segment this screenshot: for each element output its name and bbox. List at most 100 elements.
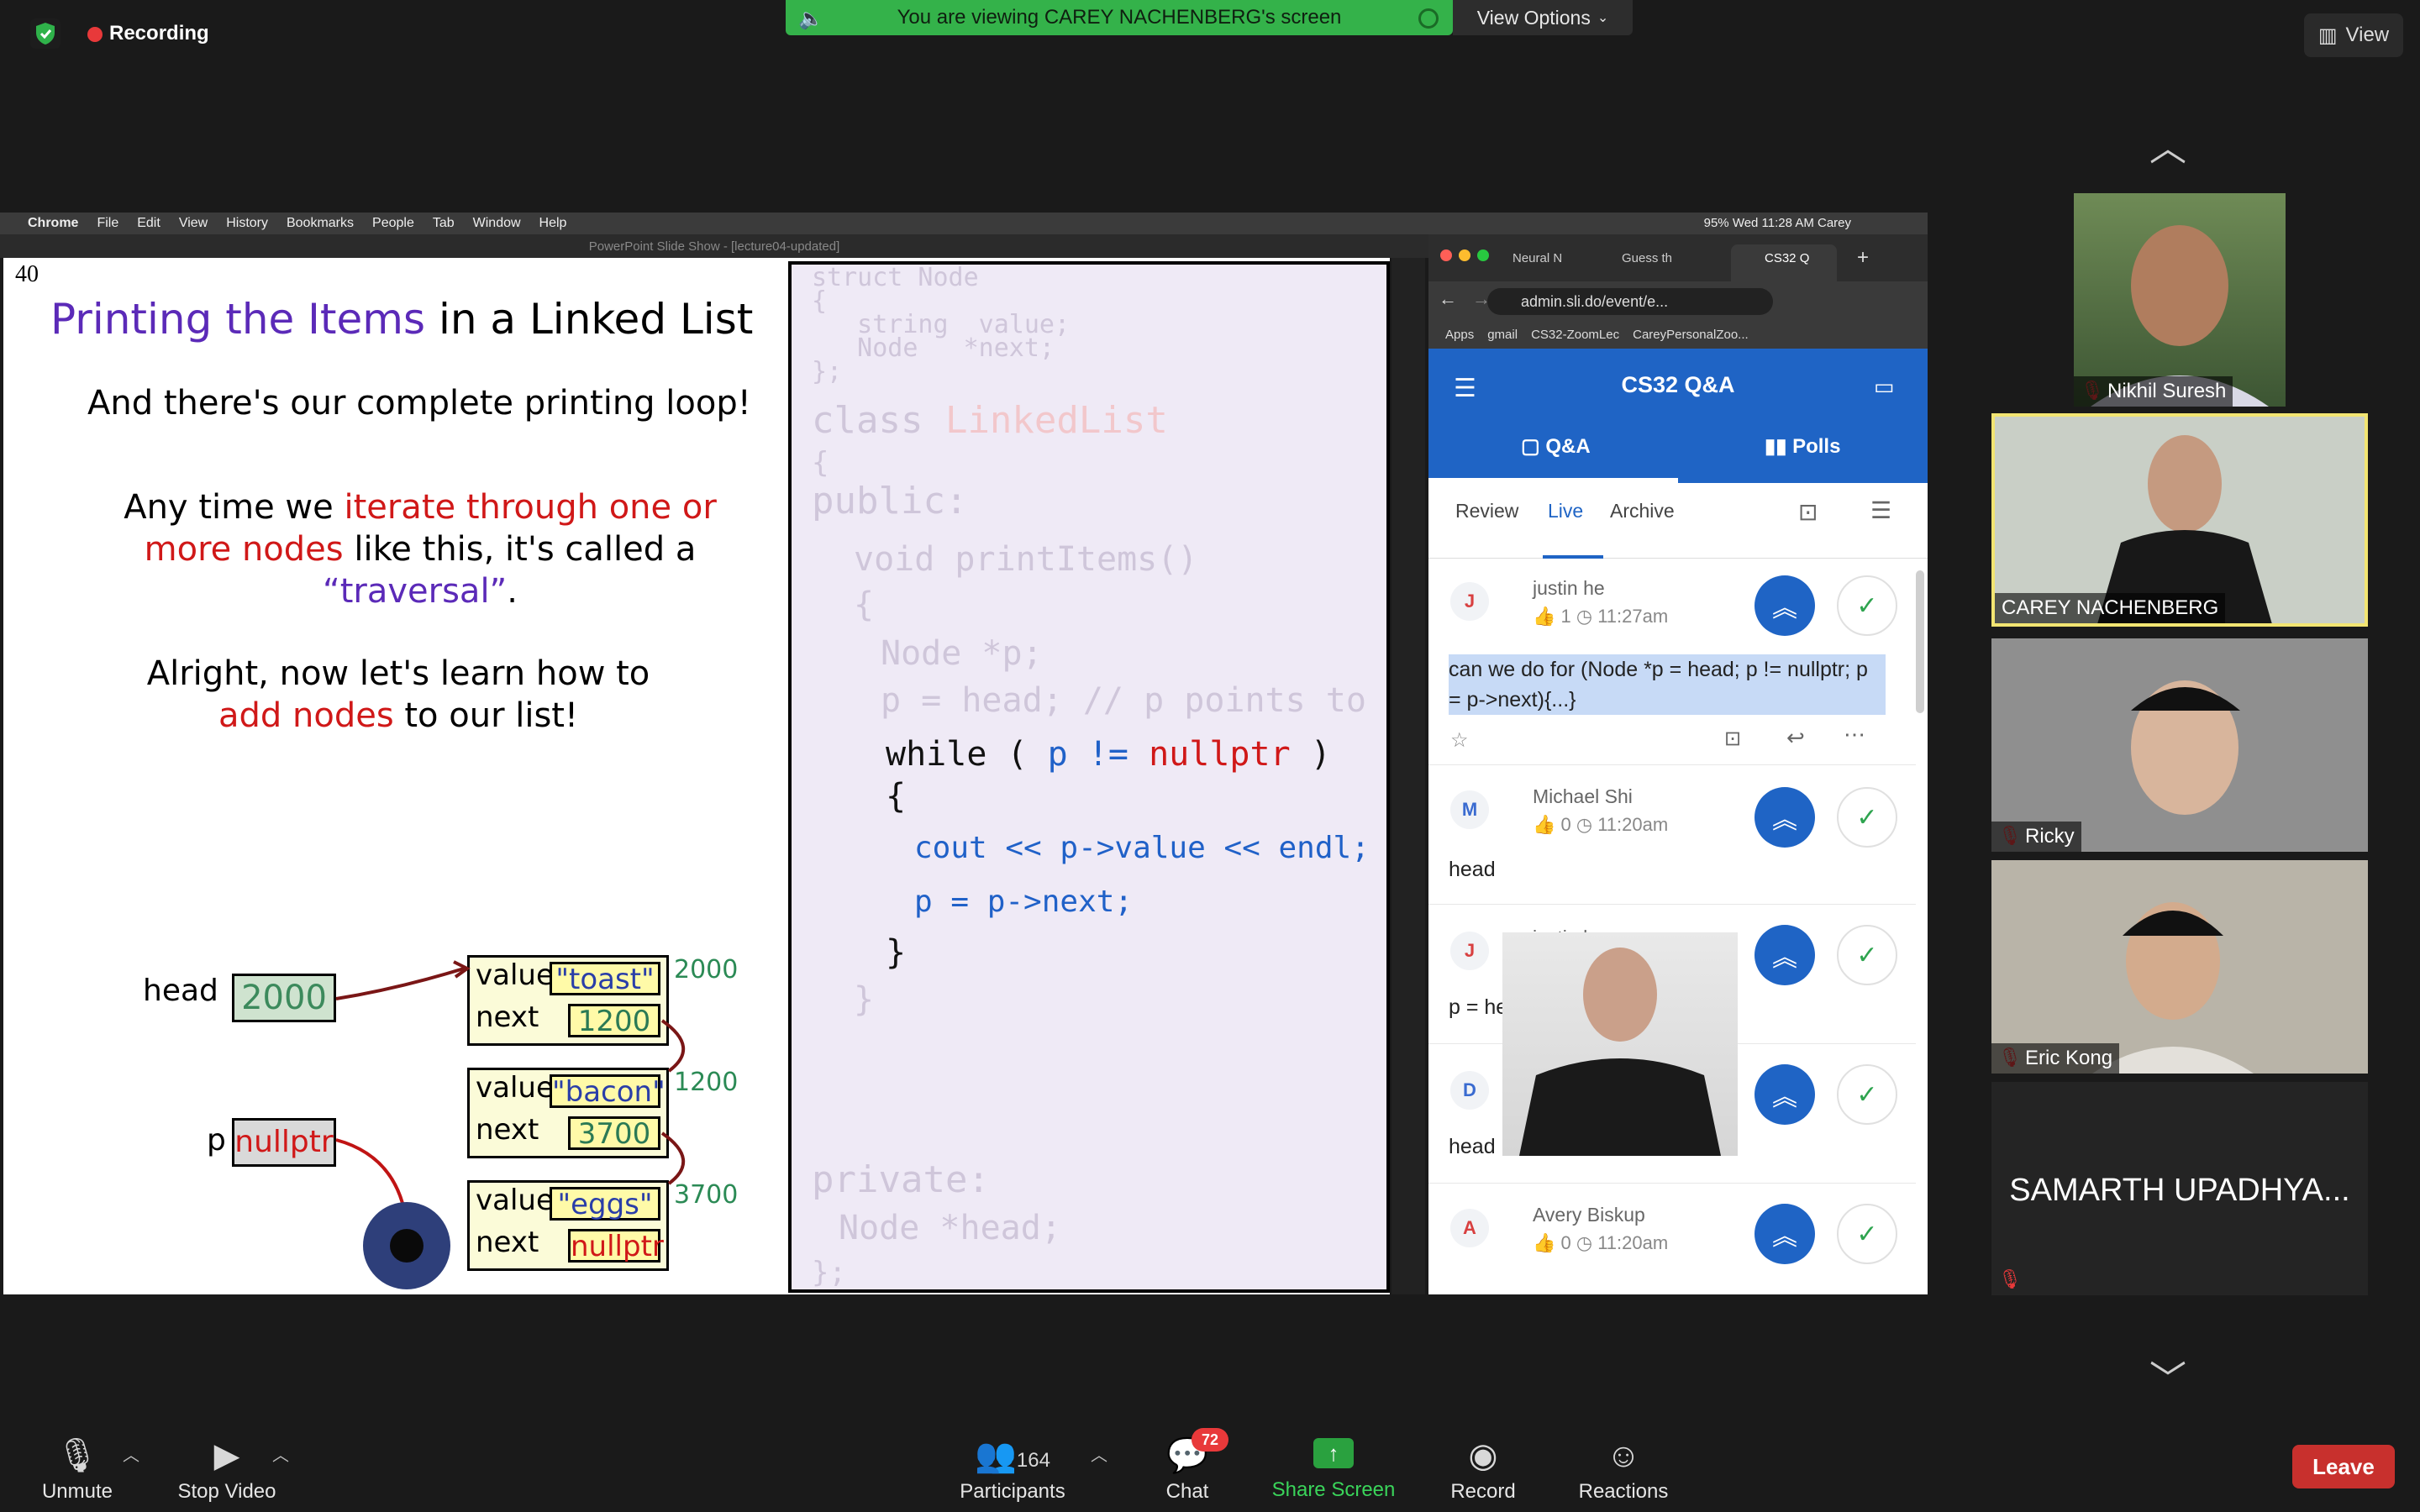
- participants-count: 164: [1016, 1449, 1050, 1472]
- highlight-button[interactable]: ︽: [1754, 925, 1815, 985]
- participants-icon: 👥164: [975, 1437, 1050, 1474]
- share-screen-label: Share Screen: [1271, 1478, 1396, 1501]
- mark-answered-button[interactable]: ✓: [1837, 787, 1897, 848]
- clock-icon: ◷: [1570, 1232, 1598, 1253]
- code-class-line: class LinkedList: [812, 399, 1168, 442]
- view-options-label: View Options: [1476, 6, 1591, 29]
- subtab-review[interactable]: Review: [1455, 500, 1518, 522]
- subtab-live[interactable]: Live: [1548, 500, 1583, 522]
- code-panel: struct Node { string value; Node *next; …: [788, 261, 1390, 1293]
- more-icon[interactable]: ⋯: [1844, 722, 1865, 748]
- participant-video: [1991, 638, 2368, 852]
- slido-header: [1428, 349, 1928, 483]
- bookmark-gmail[interactable]: gmail: [1487, 328, 1518, 342]
- highlight-button[interactable]: ︽: [1754, 787, 1815, 848]
- scrollbar-thumb[interactable]: [1916, 570, 1924, 713]
- code-node-decl: Node *p;: [881, 634, 1043, 673]
- star-icon[interactable]: ☆: [1450, 728, 1469, 753]
- stop-video-button[interactable]: ▶ Stop Video: [168, 1435, 286, 1504]
- participant-tile[interactable]: 🎙 Nikhil Suresh: [2074, 193, 2286, 407]
- filter-icon[interactable]: ☰: [1870, 496, 1891, 524]
- back-icon[interactable]: ←: [1439, 288, 1457, 310]
- tab-polls-label: Polls: [1792, 435, 1841, 458]
- question-text: head: [1449, 858, 1496, 881]
- video-options-caret-icon[interactable]: ︿: [272, 1441, 289, 1466]
- bookmark-cs32-zoomlec[interactable]: CS32-ZoomLec: [1531, 328, 1619, 342]
- security-shield-icon[interactable]: [30, 18, 60, 49]
- participant-video: [1991, 860, 2368, 1074]
- participant-tile[interactable]: SAMARTH UPADHYA... 🎙: [1991, 1082, 2368, 1295]
- maximize-window-icon[interactable]: [1477, 249, 1489, 261]
- question-item[interactable]: A Avery Biskup 👍 0 ◷ 11:20am ︽ ✓: [1428, 1184, 1916, 1294]
- tab-neural[interactable]: Neural N: [1512, 251, 1562, 265]
- question-item[interactable]: M Michael Shi 👍 0 ◷ 11:20am ︽ ✓ head: [1428, 765, 1916, 905]
- participants-options-caret-icon[interactable]: ︿: [1091, 1441, 1107, 1466]
- view-options-button[interactable]: View Options ⌄: [1453, 0, 1633, 35]
- diagram-arrows: [335, 960, 685, 1289]
- recording-label[interactable]: Recording: [109, 22, 209, 45]
- chevron-down-icon: ⌄: [1597, 11, 1609, 25]
- menu-tab: Tab: [432, 216, 455, 230]
- mark-answered-button[interactable]: ✓: [1837, 1064, 1897, 1125]
- slide-side-strip: [1392, 258, 1425, 1294]
- bookmark-apps[interactable]: Apps: [1445, 328, 1474, 342]
- code-faded-struct: struct Node { string value; Node *next; …: [812, 263, 1070, 386]
- grid-icon: ▥: [2317, 24, 2338, 47]
- stop-video-label: Stop Video: [177, 1480, 276, 1503]
- like-icon: 👍: [1533, 814, 1561, 835]
- participant-name: SAMARTH UPADHYA...: [2009, 1173, 2350, 1208]
- highlight-button[interactable]: ︽: [1754, 575, 1815, 636]
- recording-dot-icon: [87, 27, 103, 42]
- record-button[interactable]: ◉ Record: [1445, 1435, 1521, 1504]
- subtab-archive[interactable]: Archive: [1610, 500, 1675, 522]
- archive-all-icon[interactable]: ⊡: [1798, 498, 1818, 526]
- participant-tile[interactable]: 🎙 Ricky: [1991, 638, 2368, 852]
- video-camera-icon: ▶: [213, 1437, 240, 1474]
- presenter-video-overlay: [1502, 932, 1738, 1156]
- leave-button[interactable]: Leave: [2292, 1445, 2395, 1488]
- code-cout-line: cout << p->value << endl;: [914, 831, 1370, 865]
- unmute-button[interactable]: 🎙 Unmute: [34, 1435, 121, 1504]
- menu-window: Window: [472, 216, 521, 230]
- like-icon: 👍: [1533, 1232, 1561, 1253]
- audio-options-caret-icon[interactable]: ︿: [123, 1441, 139, 1466]
- tab-qa-label: Q&A: [1545, 435, 1591, 458]
- reply-icon[interactable]: ↩: [1786, 725, 1805, 751]
- bookmark-careypersonalzoom[interactable]: CareyPersonalZoo...: [1633, 328, 1749, 342]
- question-item[interactable]: J justin he 👍 1 ◷ 11:27am ︽ ✓ can we do …: [1428, 564, 1916, 765]
- new-tab-icon[interactable]: +: [1857, 246, 1869, 270]
- code-class-open: {: [812, 446, 829, 480]
- mark-answered-button[interactable]: ✓: [1837, 1204, 1897, 1264]
- gallery-scroll-down-icon[interactable]: ﹀: [2149, 1349, 2186, 1403]
- url-bar[interactable]: admin.sli.do/event/e...: [1487, 288, 1773, 315]
- code-struct-end: };: [812, 357, 843, 386]
- mark-answered-button[interactable]: ✓: [1837, 925, 1897, 985]
- reactions-button[interactable]: ☺ Reactions: [1573, 1435, 1674, 1504]
- gallery-scroll-up-icon[interactable]: ︿: [2149, 118, 2186, 171]
- subtab-live-indicator: [1543, 555, 1603, 559]
- highlight-button[interactable]: ︽: [1754, 1064, 1815, 1125]
- viewing-screen-banner: You are viewing CAREY NACHENBERG's scree…: [786, 0, 1453, 35]
- mark-answered-button[interactable]: ✓: [1837, 575, 1897, 636]
- share-screen-button[interactable]: Share Screen: [1265, 1478, 1402, 1502]
- archive-icon[interactable]: ⊡: [1724, 727, 1741, 751]
- code-private: private:: [812, 1158, 990, 1201]
- tab-qa[interactable]: ▢ Q&A: [1521, 434, 1591, 459]
- minimize-window-icon[interactable]: [1459, 249, 1470, 261]
- participant-name: Eric Kong: [1991, 1043, 2120, 1074]
- code-while-close: ): [1290, 735, 1331, 774]
- question-author: Avery Biskup: [1533, 1204, 1645, 1226]
- participants-button[interactable]: 👥164 Participants: [950, 1435, 1076, 1504]
- question-text: can we do for (Node *p = head; p != null…: [1449, 654, 1886, 715]
- code-struct-line: struct Node: [812, 263, 979, 292]
- participant-tile-active-speaker[interactable]: CAREY NACHENBERG: [1991, 413, 2368, 627]
- tab-guess[interactable]: Guess th: [1622, 251, 1672, 265]
- smiley-icon: ☺: [1606, 1437, 1641, 1474]
- highlight-button[interactable]: ︽: [1754, 1204, 1815, 1264]
- close-window-icon[interactable]: [1440, 249, 1452, 261]
- bookmarks-bar: Apps gmail CS32-ZoomLec CareyPersonalZoo…: [1428, 320, 1928, 349]
- participant-tile[interactable]: 🎙 Eric Kong: [1991, 860, 2368, 1074]
- present-mode-icon[interactable]: ▭: [1874, 374, 1895, 400]
- tab-polls[interactable]: ▮▮ Polls: [1765, 434, 1840, 459]
- view-button[interactable]: ▥ View: [2304, 13, 2403, 57]
